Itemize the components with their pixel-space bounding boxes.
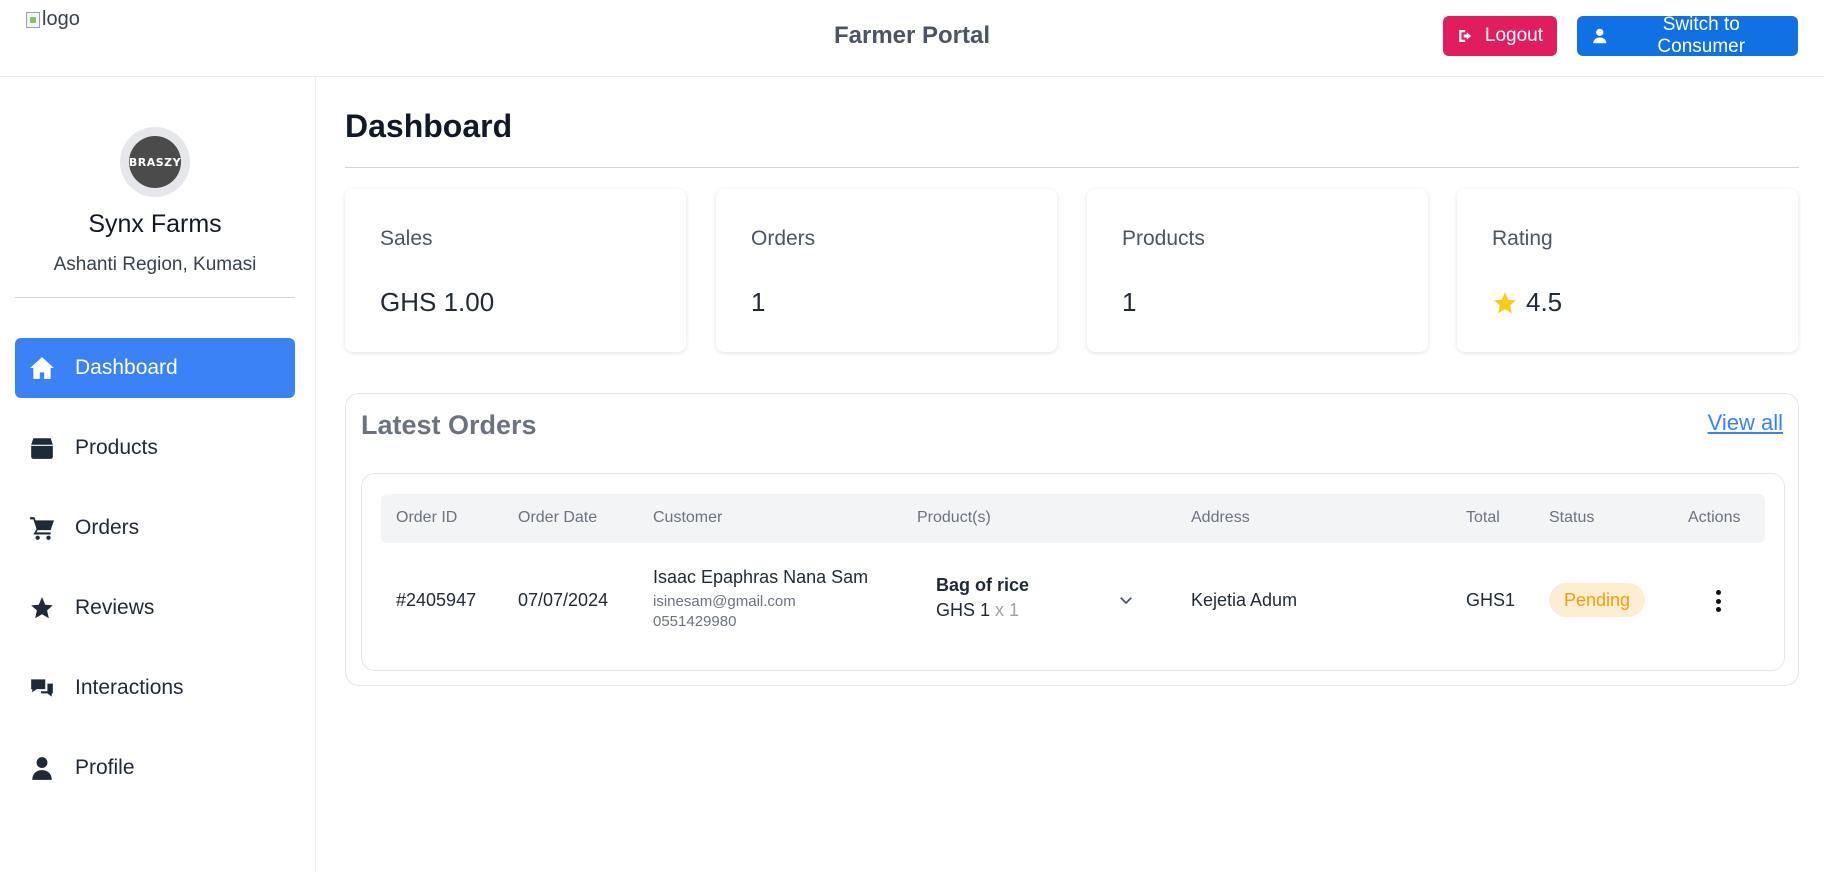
- stat-card-rating: Rating 4.5: [1457, 189, 1798, 352]
- stat-value-text: 4.5: [1526, 287, 1563, 317]
- sidebar-item-label: Products: [75, 436, 158, 459]
- user-icon: [32, 757, 52, 780]
- chevron-down-icon: [1120, 597, 1132, 605]
- stat-value: GHS 1.00: [380, 287, 494, 318]
- sidebar-item-label: Interactions: [75, 676, 184, 699]
- stat-value: 4.5: [1492, 287, 1562, 318]
- product-name: Bag of rice: [936, 575, 1030, 595]
- stat-label: Orders: [751, 227, 816, 250]
- expand-products-button[interactable]: [1117, 591, 1135, 609]
- star-icon: [31, 597, 53, 619]
- product-price: GHS 1: [936, 600, 991, 620]
- stat-value-text: 1: [751, 287, 766, 317]
- sidebar-item-orders[interactable]: Orders: [15, 498, 295, 558]
- kebab-dot: [1715, 607, 1721, 612]
- column-header: Customer: [653, 509, 723, 526]
- sidebar-item-label: Profile: [75, 756, 135, 779]
- stat-label: Rating: [1492, 227, 1553, 250]
- sidebar-item-products[interactable]: Products: [15, 418, 295, 478]
- logo-alt-text: logo: [42, 8, 80, 30]
- product-detail: GHS 1 x 1: [936, 600, 1019, 621]
- customer-email: isinesam@gmail.com: [653, 593, 796, 610]
- sidebar-item-label: Orders: [75, 516, 140, 539]
- cart-icon: [30, 517, 54, 540]
- stat-card-products: Products 1: [1087, 189, 1428, 352]
- sidebar-item-label: Reviews: [75, 596, 155, 619]
- sidebar-item-label: Dashboard: [75, 356, 178, 379]
- customer-phone: 0551429980: [653, 613, 737, 630]
- star-icon: [1494, 291, 1516, 313]
- avatar: BRASZY: [120, 127, 190, 197]
- column-header: Actions: [1688, 509, 1741, 526]
- order-total: GHS1: [1466, 590, 1516, 610]
- order-date: 07/07/2024: [518, 590, 609, 610]
- logout-button[interactable]: Logout: [1443, 16, 1557, 56]
- order-address: Kejetia Adum: [1191, 590, 1298, 610]
- column-header: Order ID: [396, 509, 458, 526]
- view-all-link[interactable]: View all: [1708, 410, 1783, 436]
- product-qty: x 1: [995, 600, 1020, 620]
- more-actions-button[interactable]: [1708, 590, 1728, 612]
- farm-location: Ashanti Region, Kumasi: [53, 254, 257, 275]
- sidebar-item-reviews[interactable]: Reviews: [15, 578, 295, 638]
- sidebar-item-dashboard[interactable]: Dashboard: [15, 338, 295, 398]
- stat-label: Sales: [380, 227, 433, 250]
- switch-label: Switch to Consumer: [1657, 14, 1746, 57]
- page-title: Dashboard: [345, 108, 513, 144]
- avatar-logo: BRASZY: [129, 136, 181, 188]
- column-header: Address: [1191, 509, 1250, 526]
- column-header: Status: [1549, 509, 1595, 526]
- sidebar: BRASZY Synx Farms Ashanti Region, Kumasi…: [0, 77, 316, 872]
- broken-image-icon: [26, 11, 40, 28]
- stat-value-text: 1: [1122, 287, 1137, 317]
- stat-value-text: GHS 1.00: [380, 287, 495, 317]
- column-header: Product(s): [917, 509, 991, 526]
- title-divider: [345, 167, 1799, 168]
- logout-icon: [1459, 30, 1472, 42]
- farm-name: Synx Farms: [88, 210, 222, 238]
- latest-orders-panel: Latest Orders View all Order ID Order Da…: [345, 393, 1799, 686]
- chat-icon: [31, 679, 53, 697]
- box-icon: [31, 438, 53, 459]
- kebab-dot: [1715, 590, 1721, 595]
- stat-label: Products: [1122, 227, 1205, 250]
- user-icon: [1593, 28, 1607, 44]
- order-id: #2405947: [396, 590, 477, 610]
- sidebar-divider: [15, 297, 295, 298]
- orders-table: Order ID Order Date Customer Product(s) …: [361, 473, 1785, 671]
- latest-orders-title: Latest Orders: [361, 410, 537, 440]
- stat-card-orders: Orders 1: [716, 189, 1057, 352]
- stat-value: 1: [751, 287, 765, 318]
- top-bar: logo Farmer Portal Logout Switch to Cons…: [0, 0, 1824, 77]
- customer-name: Isaac Epaphras Nana Sam: [653, 567, 869, 587]
- kebab-dot: [1715, 598, 1721, 604]
- home-icon: [30, 357, 54, 379]
- status-badge: Pending: [1549, 583, 1646, 617]
- stat-card-sales: Sales GHS 1.00: [345, 189, 686, 352]
- stat-value: 1: [1122, 287, 1136, 318]
- sidebar-item-interactions[interactable]: Interactions: [15, 658, 295, 718]
- logo[interactable]: logo: [26, 8, 80, 31]
- switch-to-consumer-button[interactable]: Switch to Consumer: [1577, 14, 1798, 57]
- logout-label: Logout: [1484, 25, 1543, 46]
- column-header: Order Date: [518, 509, 598, 526]
- column-header: Total: [1466, 509, 1500, 526]
- table-header: Order ID Order Date Customer Product(s) …: [381, 494, 1765, 543]
- sidebar-item-profile[interactable]: Profile: [15, 738, 295, 798]
